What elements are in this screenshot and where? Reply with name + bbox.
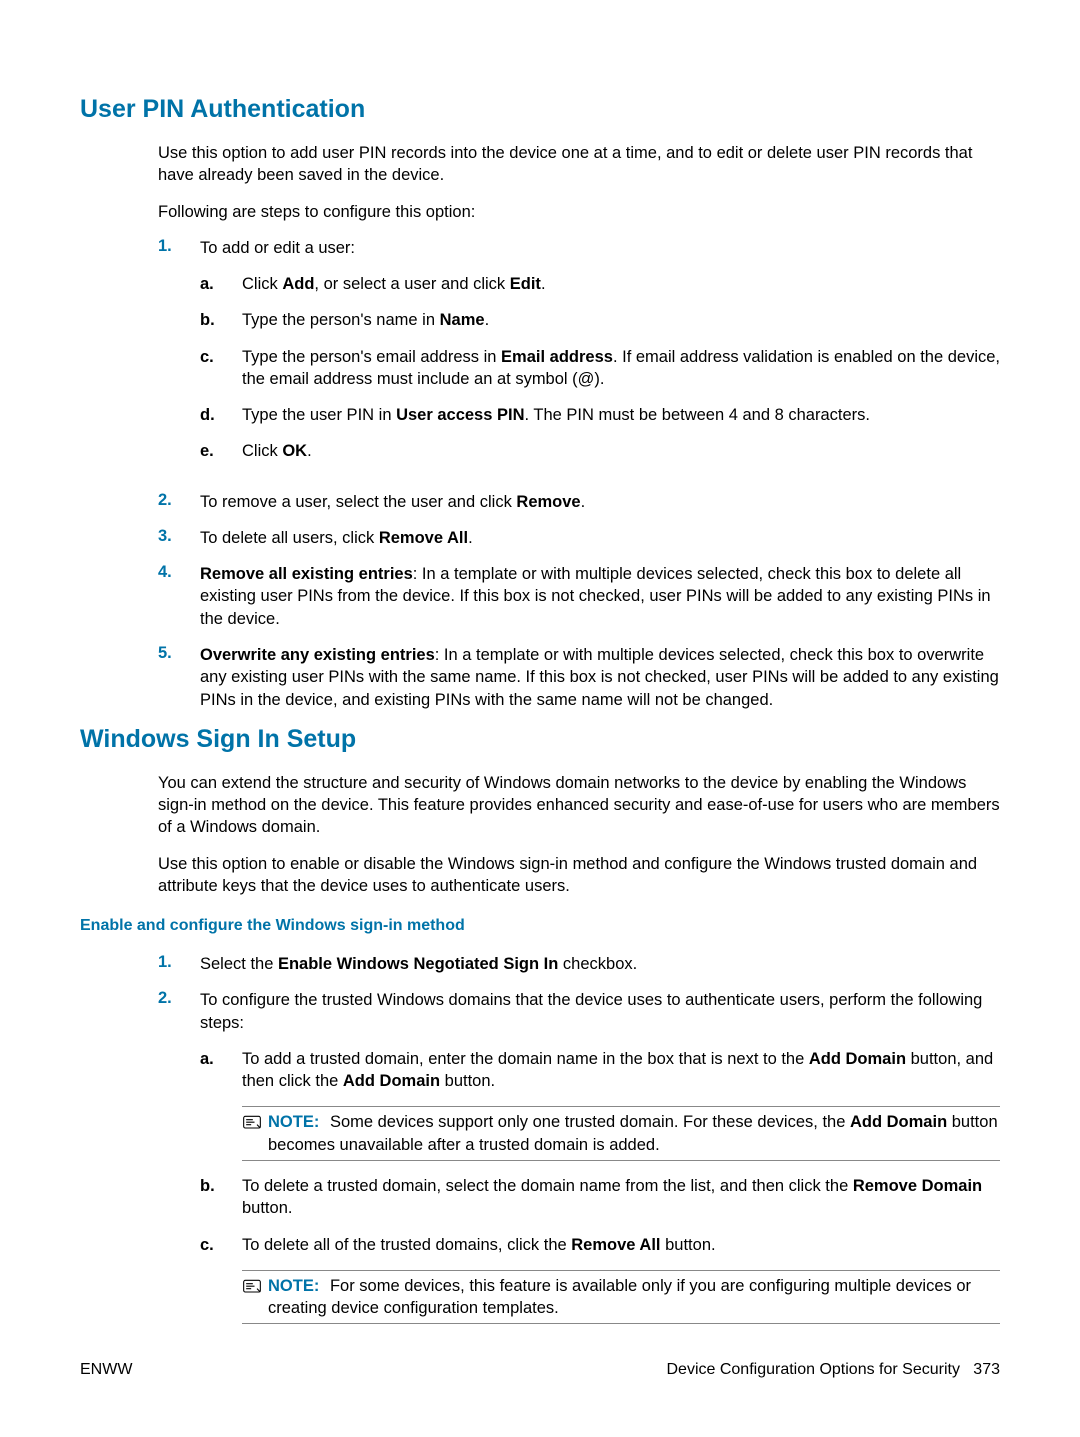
- list-marker: 1.: [158, 953, 200, 975]
- footer-left: ENWW: [80, 1361, 132, 1379]
- list-item: b. Type the person's name in Name.: [200, 309, 1000, 331]
- sub-list: a. Click Add, or select a user and click…: [200, 273, 1000, 463]
- list-marker: a.: [200, 273, 242, 295]
- list-marker: 2.: [158, 491, 200, 513]
- list-marker: 5.: [158, 644, 200, 711]
- para-win-p1: You can extend the structure and securit…: [158, 772, 1000, 839]
- list-item: c. To delete all of the trusted domains,…: [200, 1234, 1000, 1256]
- heading-windows-signin: Windows Sign In Setup: [80, 725, 1000, 754]
- list-item: 5. Overwrite any existing entries: In a …: [158, 644, 1000, 711]
- list-item: b. To delete a trusted domain, select th…: [200, 1175, 1000, 1220]
- list-marker: d.: [200, 404, 242, 426]
- note-icon: [242, 1277, 264, 1303]
- note-icon: [242, 1113, 264, 1139]
- list-item: 2. To remove a user, select the user and…: [158, 491, 1000, 513]
- note-label: NOTE:: [268, 1113, 319, 1131]
- user-pin-steps: 1. To add or edit a user: a. Click Add, …: [158, 237, 1000, 711]
- list-item: 3. To delete all users, click Remove All…: [158, 527, 1000, 549]
- list-item: c. Type the person's email address in Em…: [200, 346, 1000, 391]
- list-item: d. Type the user PIN in User access PIN.…: [200, 404, 1000, 426]
- sub-list: a. To add a trusted domain, enter the do…: [200, 1048, 1000, 1093]
- list-item: a. To add a trusted domain, enter the do…: [200, 1048, 1000, 1093]
- note-box: NOTE: Some devices support only one trus…: [242, 1106, 1000, 1161]
- list-item: 1. To add or edit a user: a. Click Add, …: [158, 237, 1000, 477]
- para-win-p2: Use this option to enable or disable the…: [158, 853, 1000, 898]
- para-user-pin-intro1: Use this option to add user PIN records …: [158, 142, 1000, 187]
- sub-list: b. To delete a trusted domain, select th…: [200, 1175, 1000, 1256]
- list-text: To add or edit a user:: [200, 239, 355, 257]
- para-user-pin-intro2: Following are steps to configure this op…: [158, 201, 1000, 223]
- list-item: a. Click Add, or select a user and click…: [200, 273, 1000, 295]
- footer-right: Device Configuration Options for Securit…: [666, 1361, 1000, 1379]
- win-steps: 1. Select the Enable Windows Negotiated …: [158, 953, 1000, 1338]
- note-label: NOTE:: [268, 1277, 319, 1295]
- page-footer: ENWW Device Configuration Options for Se…: [80, 1361, 1000, 1379]
- list-item: 4. Remove all existing entries: In a tem…: [158, 563, 1000, 630]
- heading-user-pin: User PIN Authentication: [80, 95, 1000, 124]
- list-item: 2. To configure the trusted Windows doma…: [158, 989, 1000, 1338]
- list-marker: 2.: [158, 989, 200, 1338]
- list-item: 1. Select the Enable Windows Negotiated …: [158, 953, 1000, 975]
- list-marker: e.: [200, 440, 242, 462]
- list-marker: c.: [200, 1234, 242, 1256]
- list-marker: 3.: [158, 527, 200, 549]
- list-marker: b.: [200, 309, 242, 331]
- list-item: e. Click OK.: [200, 440, 1000, 462]
- list-marker: 1.: [158, 237, 200, 477]
- note-box: NOTE: For some devices, this feature is …: [242, 1270, 1000, 1325]
- list-marker: c.: [200, 346, 242, 391]
- list-marker: b.: [200, 1175, 242, 1220]
- list-marker: a.: [200, 1048, 242, 1093]
- list-marker: 4.: [158, 563, 200, 630]
- heading-enable-configure: Enable and configure the Windows sign-in…: [80, 917, 1000, 935]
